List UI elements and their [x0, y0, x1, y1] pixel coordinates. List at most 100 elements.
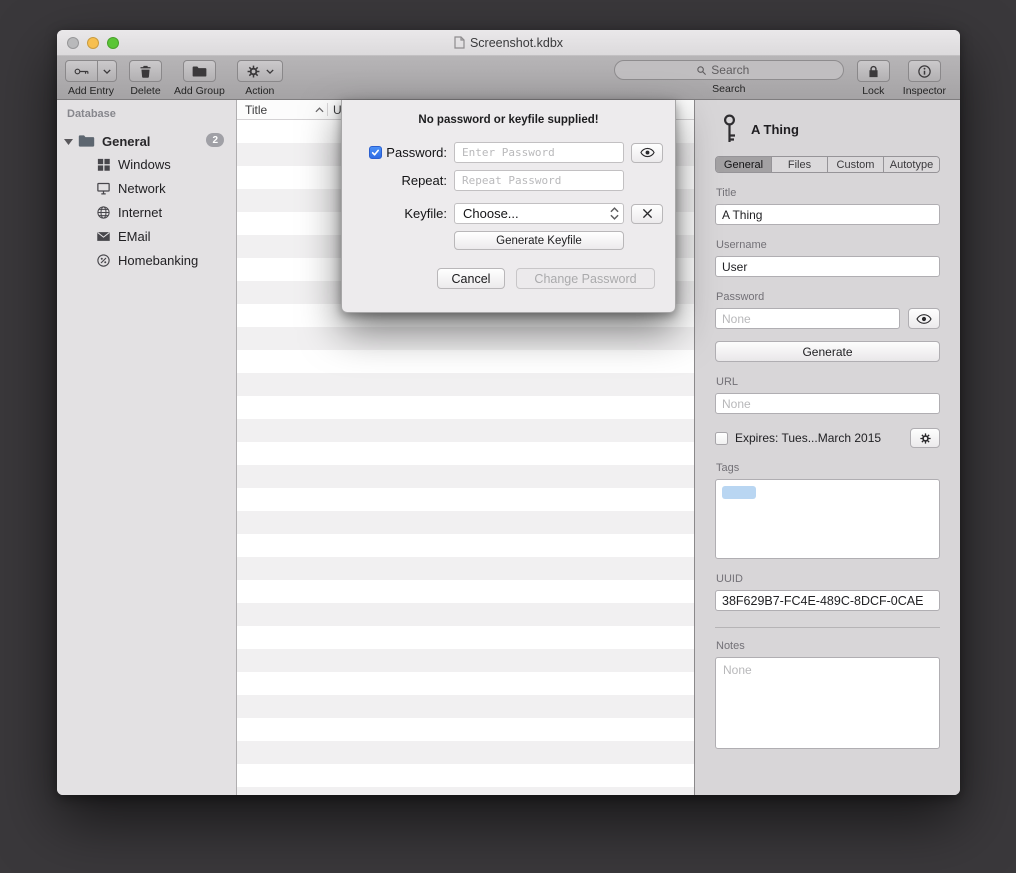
- sidebar: Database General 2 Windows Network: [57, 100, 237, 795]
- sheet-keyfile-row: Keyfile: Choose...: [362, 203, 655, 224]
- app-window: Screenshot.kdbx Add Entry Delete: [57, 30, 960, 795]
- notes-label: Notes: [716, 640, 940, 652]
- traffic-lights: [67, 37, 119, 49]
- sheet-generate-row: Generate Keyfile: [362, 231, 655, 250]
- notes-field[interactable]: None: [715, 657, 940, 749]
- eye-icon: [916, 313, 932, 325]
- tags-box[interactable]: [715, 479, 940, 559]
- sidebar-item-network[interactable]: Network: [57, 176, 236, 200]
- envelope-icon: [96, 229, 111, 244]
- windows-grid-icon: [96, 157, 111, 172]
- inspector-divider: [715, 627, 940, 628]
- tags-label: Tags: [716, 462, 940, 474]
- search-icon: [696, 65, 707, 76]
- lock-button[interactable]: [857, 60, 890, 82]
- folder-icon: [78, 134, 95, 148]
- sheet-message: No password or keyfile supplied!: [362, 114, 655, 126]
- sidebar-item-label: Homebanking: [118, 253, 198, 268]
- folder-icon: [192, 64, 207, 79]
- url-field[interactable]: [715, 393, 940, 414]
- zoom-button[interactable]: [107, 37, 119, 49]
- keyfile-popup-value: Choose...: [463, 206, 610, 221]
- toolbar-right-group: Search Lock Inspector: [614, 60, 946, 97]
- generate-password-button[interactable]: Generate: [715, 341, 940, 362]
- cancel-button[interactable]: Cancel: [437, 268, 505, 289]
- toolbar-item-lock: Lock: [857, 60, 890, 97]
- gear-icon: [246, 64, 261, 79]
- monitor-icon: [96, 181, 111, 196]
- uuid-field[interactable]: [715, 590, 940, 611]
- add-group-label: Add Group: [174, 85, 225, 97]
- title-bar: Screenshot.kdbx: [57, 30, 960, 56]
- close-button[interactable]: [67, 37, 79, 49]
- sheet-password-row: Password:: [362, 142, 655, 163]
- add-entry-dropdown[interactable]: [97, 61, 116, 81]
- tag-chip[interactable]: [722, 486, 756, 499]
- inspector-label: Inspector: [903, 85, 946, 97]
- tab-general[interactable]: General: [716, 157, 772, 172]
- minimize-button[interactable]: [87, 37, 99, 49]
- search-field[interactable]: [614, 60, 844, 80]
- change-password-button[interactable]: Change Password: [516, 268, 655, 289]
- uuid-label: UUID: [716, 573, 940, 585]
- disclosure-triangle-icon[interactable]: [64, 138, 73, 145]
- password-checkbox[interactable]: [369, 146, 382, 159]
- sidebar-item-label: Internet: [118, 205, 162, 220]
- sidebar-item-email[interactable]: EMail: [57, 224, 236, 248]
- title-field[interactable]: [715, 204, 940, 225]
- inspector-panel: A Thing General Files Custom Autotype Ti…: [695, 100, 960, 795]
- expires-checkbox[interactable]: [715, 432, 728, 445]
- percent-icon: [96, 253, 111, 268]
- column-header-username[interactable]: U: [328, 103, 342, 117]
- password-field[interactable]: [715, 308, 900, 329]
- search-input[interactable]: [711, 63, 761, 77]
- inspector-header: A Thing: [721, 114, 940, 144]
- column-title-label: Title: [245, 103, 267, 117]
- reveal-password-button[interactable]: [631, 143, 663, 163]
- column-header-title[interactable]: Title: [237, 103, 327, 117]
- delete-button[interactable]: [129, 60, 162, 82]
- password-checkbox-cell: Password:: [362, 145, 447, 160]
- toolbar-item-add-entry: Add Entry: [65, 60, 117, 97]
- tab-files[interactable]: Files: [772, 157, 828, 172]
- inspector-button[interactable]: [908, 60, 941, 82]
- window-title: Screenshot.kdbx: [470, 36, 563, 50]
- expires-settings-button[interactable]: [910, 428, 940, 448]
- gear-icon: [919, 432, 932, 445]
- password-field-label: Password: [716, 291, 940, 303]
- expires-row: Expires: Tues...March 2015: [715, 428, 940, 448]
- add-entry-button[interactable]: [65, 60, 117, 82]
- sheet-password-label: Password:: [386, 145, 447, 160]
- sheet-repeat-row: Repeat:: [362, 170, 655, 191]
- action-button[interactable]: [237, 60, 283, 82]
- sidebar-item-homebanking[interactable]: Homebanking: [57, 248, 236, 272]
- keyfile-popup-button[interactable]: Choose...: [454, 203, 624, 224]
- stepper-chevrons-icon: [610, 206, 619, 221]
- toolbar-item-action: Action: [237, 60, 283, 97]
- tab-custom[interactable]: Custom: [828, 157, 884, 172]
- sidebar-item-label: Windows: [118, 157, 171, 172]
- reveal-password-button[interactable]: [908, 308, 940, 329]
- new-password-input[interactable]: [454, 142, 624, 163]
- generate-keyfile-button[interactable]: Generate Keyfile: [454, 231, 624, 250]
- sidebar-item-windows[interactable]: Windows: [57, 152, 236, 176]
- globe-icon: [96, 205, 111, 220]
- change-password-sheet: No password or keyfile supplied! Passwor…: [341, 100, 676, 313]
- sidebar-group-general[interactable]: General 2: [57, 130, 236, 152]
- toolbar-item-add-group: Add Group: [174, 60, 225, 97]
- search-label: Search: [712, 83, 745, 95]
- toolbar-item-search: Search: [614, 60, 844, 95]
- key-icon: [721, 114, 738, 144]
- window-title-group: Screenshot.kdbx: [454, 36, 563, 50]
- clear-keyfile-button[interactable]: [631, 204, 663, 224]
- sidebar-item-internet[interactable]: Internet: [57, 200, 236, 224]
- repeat-password-input[interactable]: [454, 170, 624, 191]
- username-field[interactable]: [715, 256, 940, 277]
- lock-label: Lock: [862, 85, 884, 97]
- inspector-tabs: General Files Custom Autotype: [715, 156, 940, 173]
- add-group-button[interactable]: [183, 60, 216, 82]
- tab-autotype[interactable]: Autotype: [884, 157, 939, 172]
- sheet-keyfile-label: Keyfile:: [362, 206, 447, 221]
- toolbar: Add Entry Delete Add Group: [57, 56, 960, 100]
- check-icon: [371, 148, 380, 157]
